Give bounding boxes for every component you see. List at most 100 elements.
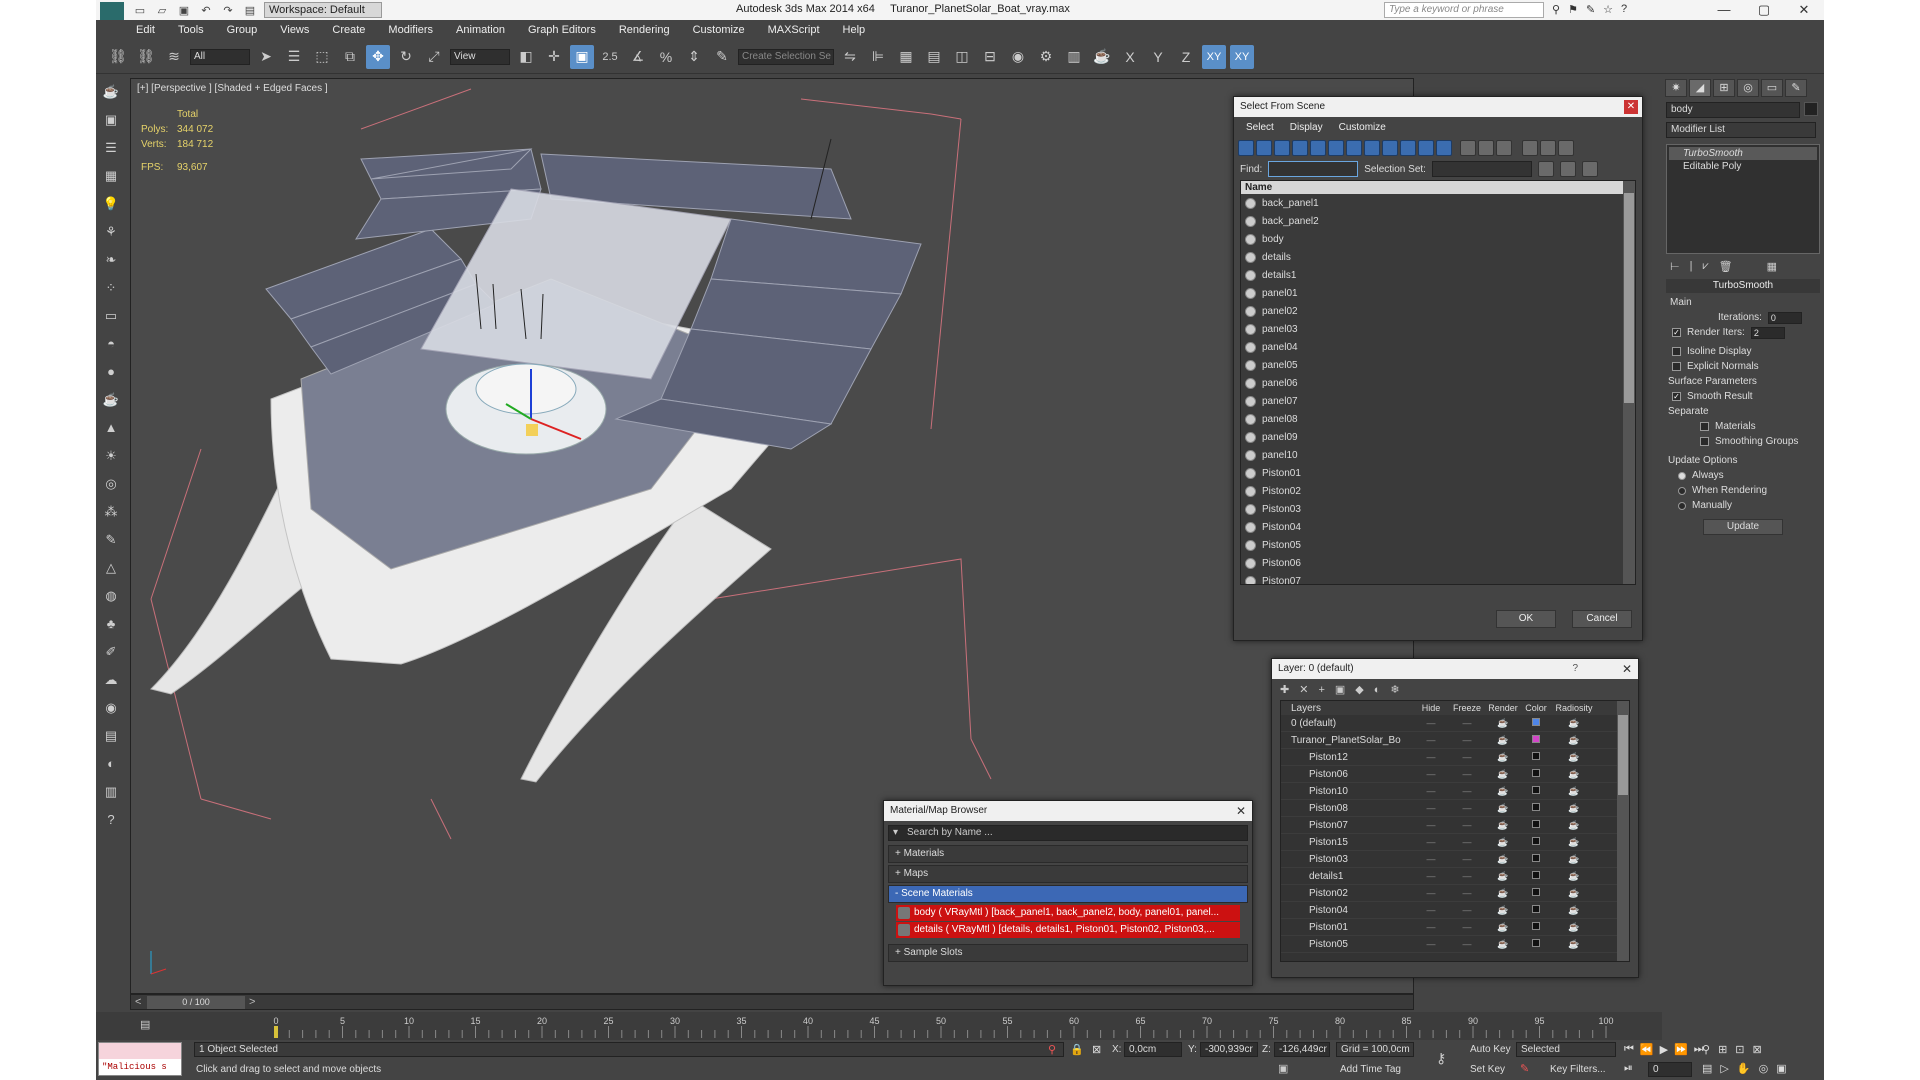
freeze-toggle[interactable]: — [1449, 718, 1485, 728]
layer-row[interactable]: Piston06— — ☕ ☕ [1281, 766, 1629, 783]
particle-icon[interactable]: ⁂ [101, 504, 121, 522]
new-file-icon[interactable]: ▭ [132, 3, 148, 17]
ok-button[interactable]: OK [1496, 610, 1556, 628]
object-color-swatch[interactable] [1804, 102, 1818, 116]
minimize-button[interactable]: — [1704, 0, 1744, 20]
layer-row[interactable]: Piston10— — ☕ ☕ [1281, 783, 1629, 800]
filter-xrefs-icon[interactable] [1364, 140, 1380, 156]
undo-icon[interactable]: ↶ [198, 3, 214, 17]
list-scrollbar[interactable] [1623, 181, 1635, 584]
sort-icon[interactable] [1540, 140, 1556, 156]
update-always-radio[interactable] [1678, 471, 1686, 480]
radiosity-toggle-icon[interactable]: ☕ [1551, 939, 1597, 950]
radiosity-toggle-icon[interactable]: ☕ [1551, 786, 1597, 797]
modifier-list-dropdown[interactable]: Modifier List [1666, 122, 1816, 138]
scene-object-item[interactable]: panel09 [1241, 428, 1635, 446]
cloud-icon[interactable]: ☁ [101, 672, 121, 690]
next-frame-icon[interactable]: > [249, 996, 255, 1008]
turbosmooth-rollout-title[interactable]: TurboSmooth [1666, 279, 1820, 293]
search-dropdown-icon[interactable]: ▾ [893, 826, 898, 840]
layer-row[interactable]: Piston05— — ☕ ☕ [1281, 936, 1629, 953]
scene-object-item[interactable]: Piston04 [1241, 518, 1635, 536]
layer-color-swatch[interactable] [1521, 786, 1551, 796]
axis-x-button[interactable]: X [1118, 45, 1142, 69]
maxscript-listener[interactable]: "Malicious s [98, 1042, 182, 1076]
save-file-icon[interactable]: ▣ [176, 3, 192, 17]
sphere-icon[interactable]: ● [101, 364, 121, 382]
absolute-mode-icon[interactable]: ⊠ [1092, 1043, 1101, 1056]
key-icon[interactable]: ⚷ [1436, 1050, 1446, 1067]
hide-toggle[interactable]: — [1413, 803, 1449, 813]
grid-icon[interactable]: ▦ [101, 168, 121, 186]
menu-rendering[interactable]: Rendering [619, 24, 670, 36]
menu-views[interactable]: Views [280, 24, 309, 36]
layer-scrollbar[interactable] [1617, 701, 1629, 961]
teapot-prim-icon[interactable]: ☕ [101, 392, 121, 410]
sun-icon[interactable]: ☀ [101, 448, 121, 466]
key-filters-button[interactable]: Key Filters... [1550, 1064, 1606, 1075]
layer-row[interactable]: Piston02— — ☕ ☕ [1281, 885, 1629, 902]
cancel-button[interactable]: Cancel [1572, 610, 1632, 628]
mmb-close-button[interactable]: ✕ [1234, 804, 1248, 818]
redo-icon[interactable]: ↷ [220, 3, 236, 17]
layer-help-button[interactable]: ? [1572, 659, 1578, 679]
hide-toggle[interactable]: — [1413, 922, 1449, 932]
filter-spacewarps-icon[interactable] [1328, 140, 1344, 156]
layer-color-swatch[interactable] [1521, 888, 1551, 898]
scene-object-item[interactable]: panel02 [1241, 302, 1635, 320]
graphite-toggle-icon[interactable]: ▤ [922, 45, 946, 69]
y-coord-field[interactable]: -300,939cr [1200, 1042, 1258, 1057]
layer-row[interactable]: Piston15— — ☕ ☕ [1281, 834, 1629, 851]
col-hide[interactable]: Hide [1413, 703, 1449, 713]
modifier-editable-poly[interactable]: Editable Poly [1669, 160, 1817, 173]
time-slider[interactable]: 0 / 100 [147, 996, 245, 1009]
ref-coord-dropdown[interactable]: View [450, 48, 510, 65]
layer-color-swatch[interactable] [1521, 718, 1551, 728]
menu-modifiers[interactable]: Modifiers [388, 24, 433, 36]
radiosity-toggle-icon[interactable]: ☕ [1551, 803, 1597, 814]
select-by-name-icon[interactable]: ☰ [282, 45, 306, 69]
scene-object-item[interactable]: details [1241, 248, 1635, 266]
iterations-spinner[interactable]: 0 [1767, 311, 1802, 324]
current-frame-field[interactable]: 0 [1648, 1062, 1692, 1077]
layer-name[interactable]: 0 (default) [1281, 718, 1413, 729]
layer-name[interactable]: Piston02 [1281, 888, 1413, 899]
pan-icon[interactable]: ✋ [1737, 1062, 1751, 1075]
layer-color-swatch[interactable] [1521, 820, 1551, 830]
box-icon[interactable]: ▭ [101, 308, 121, 326]
dome-icon[interactable]: ◓ [101, 336, 121, 354]
maximize-viewport-icon[interactable]: ▣ [1776, 1062, 1786, 1075]
explicit-normals-checkbox[interactable] [1672, 362, 1681, 371]
maximize-button[interactable]: ▢ [1744, 0, 1784, 20]
filter-frozen-icon[interactable] [1418, 140, 1434, 156]
col-layers[interactable]: Layers [1281, 703, 1413, 714]
filter-groups-icon[interactable] [1346, 140, 1362, 156]
scene-object-item[interactable]: panel06 [1241, 374, 1635, 392]
orb-icon[interactable]: ◉ [101, 700, 121, 718]
render-toggle-icon[interactable]: ☕ [1485, 837, 1521, 848]
layer-name[interactable]: Piston08 [1281, 803, 1413, 814]
layer-name[interactable]: Piston05 [1281, 939, 1413, 950]
hide-toggle[interactable]: — [1413, 837, 1449, 847]
zoom-all-icon[interactable]: ⊞ [1718, 1043, 1727, 1056]
teapot-icon[interactable]: ☕ [101, 84, 121, 102]
render-toggle-icon[interactable]: ☕ [1485, 820, 1521, 831]
hide-toggle[interactable]: — [1413, 718, 1449, 728]
modifier-turbosmooth[interactable]: TurboSmooth [1669, 147, 1817, 160]
keyboard-shortcut-icon[interactable]: ▣ [570, 44, 594, 69]
isoline-checkbox[interactable] [1672, 347, 1681, 356]
hierarchy-tab-icon[interactable]: ⊞ [1713, 79, 1735, 97]
update-rendering-radio[interactable] [1678, 486, 1686, 495]
orbit-icon[interactable]: ◎ [1759, 1062, 1769, 1075]
scene-object-item[interactable]: Piston05 [1241, 536, 1635, 554]
menu-group[interactable]: Group [227, 24, 258, 36]
render-toggle-icon[interactable]: ☕ [1485, 939, 1521, 950]
radiosity-toggle-icon[interactable]: ☕ [1551, 922, 1597, 933]
menu-tools[interactable]: Tools [178, 24, 204, 36]
add-to-layer-icon[interactable]: + [1318, 684, 1324, 696]
display-invert-icon[interactable] [1496, 140, 1512, 156]
zoom-icon[interactable]: ⚲ [1702, 1043, 1710, 1056]
scene-object-item[interactable]: body [1241, 230, 1635, 248]
separate-materials-checkbox[interactable] [1700, 422, 1709, 431]
add-time-tag[interactable]: Add Time Tag [1340, 1064, 1401, 1075]
